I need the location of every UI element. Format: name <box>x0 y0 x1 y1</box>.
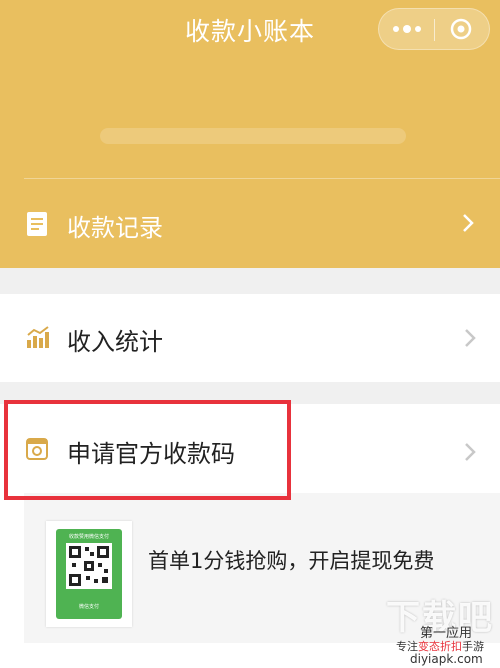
miniprogram-capsule <box>378 8 490 50</box>
more-dots-icon <box>393 25 421 33</box>
qr-thumbnail: 收款赞用微信支付 微信支付 <box>46 521 132 627</box>
header: 收款小账本 收款记录 <box>0 0 500 268</box>
target-close-icon <box>450 18 472 40</box>
menu-item-stats-label: 收入统计 <box>67 328 163 356</box>
qr-card: 收款赞用微信支付 微信支付 <box>56 529 122 619</box>
menu-item-records-label: 收款记录 <box>67 214 163 242</box>
qr-card-footer: 微信支付 <box>78 604 99 610</box>
balance-placeholder <box>100 128 406 144</box>
qr-card-caption: 收款赞用微信支付 <box>68 534 109 540</box>
menu-item-stats[interactable]: 收入统计 <box>0 294 500 382</box>
watermark-line3: diyiapk.com <box>410 652 483 666</box>
close-button[interactable] <box>435 9 490 49</box>
promo-text: 首单1分钱抢购，开启提现免费 <box>148 549 435 573</box>
qr-code-icon <box>66 543 112 589</box>
chevron-right-icon <box>465 329 476 347</box>
highlight-box <box>4 400 291 500</box>
more-button[interactable] <box>379 9 434 49</box>
bar-chart-icon <box>27 326 49 348</box>
site-watermark: 下载吧 第一应用 专注变态折扣手游 diyiapk.com <box>376 590 500 668</box>
document-icon <box>27 212 47 236</box>
chevron-right-icon <box>465 443 476 461</box>
chevron-right-icon <box>463 214 474 232</box>
menu-item-records[interactable]: 收款记录 <box>0 180 500 268</box>
header-divider <box>24 178 500 179</box>
